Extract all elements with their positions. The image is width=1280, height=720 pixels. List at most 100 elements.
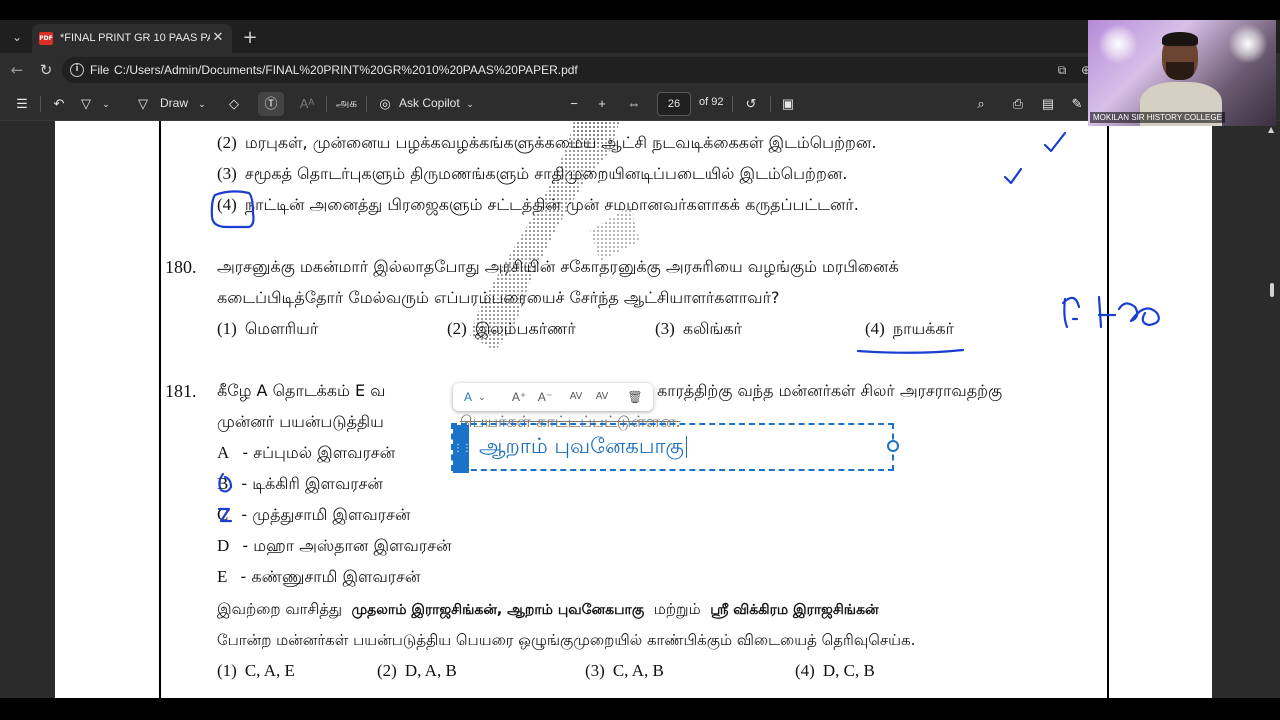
item-letter: C: [217, 505, 229, 524]
q180-number: 180.: [165, 257, 197, 277]
q181-line-1-end: காரத்திற்கு வந்த மன்னர்கள் சிலர் அரசராவத…: [657, 381, 1003, 400]
letterbox-bottom: [0, 698, 1280, 720]
draw-label[interactable]: Draw: [160, 96, 188, 110]
divider: [326, 96, 327, 112]
underline-ink: [856, 348, 965, 354]
fit-width-icon[interactable]: ⇔: [624, 95, 644, 113]
increase-font-icon[interactable]: A⁺: [511, 388, 527, 406]
search-icon[interactable]: ⌕: [972, 95, 990, 113]
item-text: மஹா அஸ்தான இளவரசன்: [253, 536, 452, 555]
option-number: (4): [217, 195, 237, 214]
option-number: (2): [447, 319, 467, 338]
and-word: மற்றும்: [653, 600, 701, 618]
annotation-text-value: ஆறாம் புவனேகபாகு: [479, 434, 684, 458]
copilot-chevron-icon[interactable]: ⌄: [464, 95, 476, 113]
q180-option-3: (3) கலிங்கர்: [655, 318, 742, 340]
option-text: கலிங்கர்: [682, 319, 742, 338]
option-text: D, A, B: [404, 661, 457, 680]
divider: [366, 96, 367, 112]
scroll-thumb[interactable]: [1270, 283, 1274, 297]
presenter-beard: [1166, 62, 1194, 80]
q179-option-3: (3) சமூகத் தொடர்புகளும் திருமணங்களும் சாத…: [217, 163, 847, 185]
rotate-icon[interactable]: ↺: [742, 95, 760, 113]
ask-copilot-label[interactable]: Ask Copilot: [399, 96, 460, 110]
omnibox[interactable]: i File C:/Users/Admin/Documents/FINAL%20…: [62, 57, 1102, 83]
decrease-spacing-icon[interactable]: AV: [593, 388, 611, 406]
ceiling-light: [1228, 24, 1268, 64]
q181-item-b: B - டிக்கிரி இளவரசன்: [217, 474, 383, 493]
item-letter: E: [217, 567, 228, 586]
add-text-icon[interactable]: Ⓣ: [261, 95, 281, 113]
resize-handle-icon[interactable]: [887, 440, 899, 452]
text-size-icon[interactable]: Aᴬ: [297, 95, 317, 113]
save-icon[interactable]: ▤: [1039, 95, 1057, 113]
tab-close-icon[interactable]: ✕: [210, 30, 226, 46]
q181-option-3: (3) C, A, B: [585, 660, 672, 682]
q181-instruction-line: இவற்றை வாசித்து முதலாம் இராஜசிங்கன், ஆறா…: [217, 598, 879, 621]
option-text: மரபுகள், முன்னைய பழக்கவழக்கங்களுக்கமைய ஆ…: [244, 133, 877, 152]
scroll-up-icon[interactable]: ▲: [1268, 125, 1274, 134]
handwriting-ink: [1117, 302, 1160, 327]
delete-icon[interactable]: 🗑: [627, 388, 643, 406]
option-text: C, A, B: [612, 661, 664, 680]
reload-icon[interactable]: ↻: [37, 61, 55, 79]
drag-handle-icon[interactable]: ⋮⋮: [453, 425, 472, 473]
zoom-out-icon[interactable]: −: [566, 95, 582, 113]
tab-pdf[interactable]: PDF *FINAL PRINT GR 10 PAAS PAPER.p ✕: [32, 24, 232, 53]
item-text: டிக்கிரி இளவரசன்: [252, 474, 383, 493]
undo-icon[interactable]: ↶: [50, 95, 68, 113]
contents-icon[interactable]: ☰: [13, 95, 31, 113]
option-text: சமூகத் தொடர்புகளும் திருமணங்களும் சாதிமு…: [244, 164, 848, 183]
read-aloud-label[interactable]: அக: [336, 96, 357, 112]
text-color-chevron-icon[interactable]: ⌄: [477, 388, 487, 406]
draw-icon[interactable]: ▽: [133, 95, 153, 113]
q180-option-1: (1) மௌரியர்: [217, 318, 318, 340]
text-color-icon[interactable]: A: [461, 388, 475, 406]
zoom-in-icon[interactable]: +: [594, 95, 610, 113]
option-number: (3): [585, 661, 605, 680]
q180-line-1: அரசனுக்கு மகன்மார் இல்லாதபோது அரசியின் ச…: [217, 257, 899, 276]
item-letter: A: [217, 443, 230, 462]
handwriting-ink: [1061, 296, 1081, 329]
screen: ⌄ PDF *FINAL PRINT GR 10 PAAS PAPER.p ✕ …: [0, 0, 1280, 720]
scrollbar[interactable]: ▲: [1264, 121, 1280, 698]
q181-item-d: D - மஹா அஸ்தான இளவரசன்: [217, 536, 452, 555]
back-arrow-icon[interactable]: ←: [8, 61, 26, 79]
divider: [770, 96, 771, 112]
info-icon[interactable]: i: [70, 63, 84, 77]
option-text: மௌரியர்: [244, 319, 319, 338]
page-view-icon[interactable]: ▣: [779, 95, 797, 113]
page-left-border: [159, 121, 161, 698]
new-tab-button[interactable]: +: [240, 28, 260, 48]
eraser-icon[interactable]: ◇: [224, 95, 244, 113]
increase-spacing-icon[interactable]: AV: [567, 388, 585, 406]
text-annotation-box[interactable]: ⋮⋮ ஆறாம் புவனேகபாகு: [451, 423, 899, 473]
highlight-icon[interactable]: ▽: [76, 95, 96, 113]
draw-chevron-icon[interactable]: ⌄: [196, 95, 208, 113]
print-icon[interactable]: ⎙: [1009, 95, 1027, 113]
page-number-input[interactable]: 26: [657, 92, 691, 116]
q179-option-4: (4) நாட்டின் அனைத்து பிரஜைகளும் சட்டத்தின…: [217, 194, 859, 216]
save-as-icon[interactable]: ✎: [1068, 95, 1086, 113]
checkmark-ink: [1003, 167, 1023, 185]
q181-item-e: E - கண்ணுசாமி இளவரசன்: [217, 567, 421, 586]
option-number: (3): [655, 319, 675, 338]
url-text[interactable]: C:/Users/Admin/Documents/FINAL%20PRINT%2…: [114, 63, 578, 77]
q181-last-line: போன்ற மன்னர்கள் பயன்படுத்திய பெயரை ஒழுங்…: [217, 631, 916, 649]
q180-option-2: (2) இலம்பகர்ணர்: [447, 318, 576, 340]
option-text: நாயக்கர்: [892, 319, 954, 338]
q181-number: 181.: [165, 381, 197, 401]
app-available-icon[interactable]: ⧉: [1054, 62, 1070, 78]
decrease-font-icon[interactable]: A⁻: [537, 388, 553, 406]
option-number: (2): [217, 133, 237, 152]
annotation-text[interactable]: ஆறாம் புவனேகபாகு: [479, 434, 687, 461]
q179-option-2: (2) மரபுகள், முன்னைய பழக்கவழக்கங்களுக்கமை…: [217, 132, 876, 154]
tab-list-chevron-icon[interactable]: ⌄: [8, 28, 26, 46]
item-text: சப்புமல் இளவரசன்: [253, 443, 396, 462]
option-text: D, C, B: [822, 661, 875, 680]
item-text: முத்துசாமி இளவரசன்: [252, 505, 411, 524]
copilot-icon[interactable]: ◎: [376, 95, 394, 113]
webcam-caption: MOKILAN SIR HISTORY COLLEGE: [1090, 112, 1225, 123]
option-text: C, A, E: [244, 661, 295, 680]
highlight-chevron-icon[interactable]: ⌄: [100, 95, 112, 113]
